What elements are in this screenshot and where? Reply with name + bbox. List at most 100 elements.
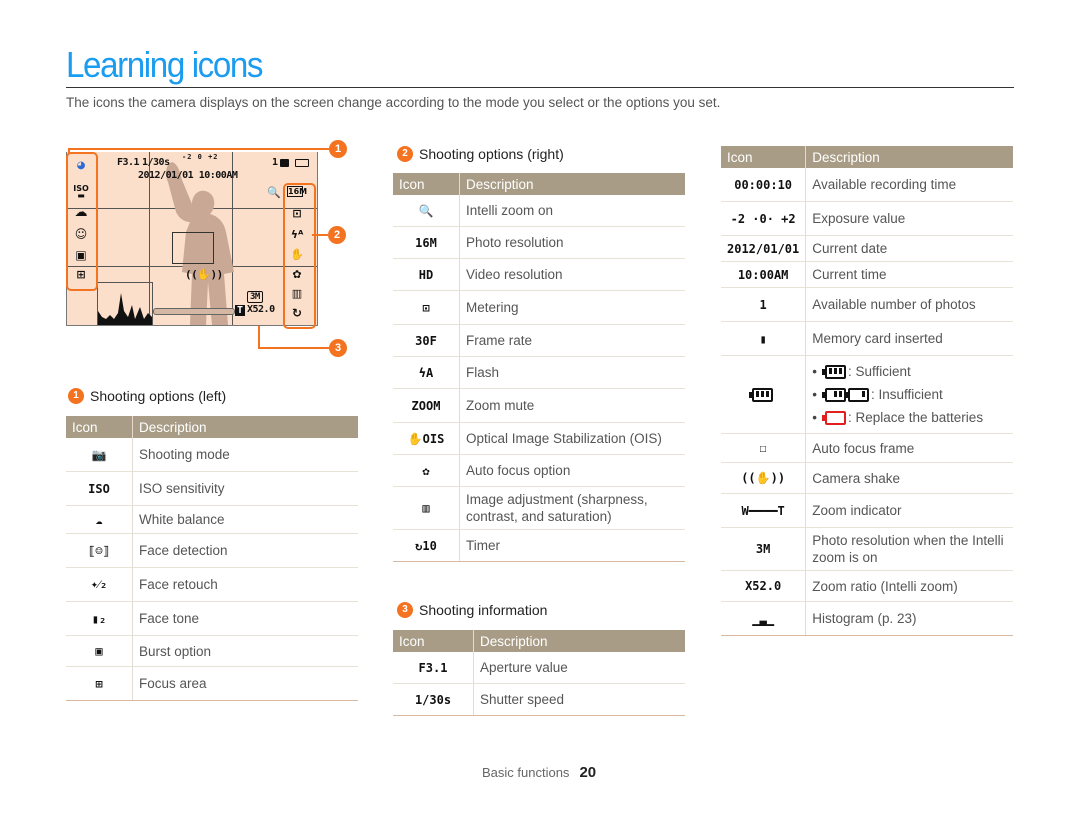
shooting-info-table-continued: Icon Description 00:00:10 Available recor…: [721, 146, 1013, 636]
shutter-speed-icon: 1/30s: [414, 692, 452, 707]
shutter-readout: 1/30s: [142, 157, 170, 168]
row-description: Shooting mode: [139, 447, 230, 462]
column-header-description: Description: [132, 416, 358, 438]
cloud-icon: ☁: [74, 205, 88, 220]
aperture-readout: F3.1: [117, 157, 140, 168]
zoom-indicator-icon: W━━━━T: [741, 503, 785, 518]
table-row: ☐ Auto focus frame: [721, 433, 1013, 463]
section-heading-info: 3 Shooting information: [397, 602, 547, 618]
battery-status-label: : Sufficient: [847, 364, 911, 379]
column-header-description: Description: [459, 173, 685, 195]
callout-badge-2: 2: [328, 226, 346, 244]
metering-icon: ⊡: [292, 207, 302, 220]
section-number: 3: [397, 602, 413, 618]
iso-icon: ISO: [88, 481, 110, 496]
photo-resolution-icon: 16M: [287, 186, 308, 197]
page-footer: Basic functions 20: [482, 764, 596, 781]
row-description: Shutter speed: [480, 692, 565, 707]
exposure-value-icon: -2 ·0· +2: [730, 211, 796, 226]
section-title: Shooting options (right): [419, 146, 564, 162]
table-row: ☁ White balance: [66, 505, 358, 534]
callout-line-1: [68, 148, 330, 150]
recording-time-icon: 00:00:10: [734, 177, 793, 192]
battery-status-label: : Insufficient: [870, 387, 943, 402]
memory-card-icon: ▮: [759, 331, 767, 346]
battery-insufficient-icon: [821, 388, 846, 403]
table-row: : Sufficient : Insufficient : Replace the …: [721, 355, 1013, 434]
battery-status-list: : Sufficient : Insufficient : Replace the …: [812, 360, 1007, 429]
exposure-scale: -2 0 +2: [182, 153, 219, 161]
ois-icon: ✋: [290, 248, 304, 261]
burst-icon: ▣: [95, 644, 103, 658]
table-row: ✋OIS Optical Image Stabilization (OIS): [393, 422, 685, 455]
battery-replace-icon: [821, 411, 846, 426]
table-row: ⊞ Focus area: [66, 666, 358, 701]
timer-icon: ↻10: [415, 538, 437, 553]
section-number: 1: [68, 388, 84, 404]
photos-count-icon: 1: [759, 297, 767, 312]
battery-status-label: : Replace the batteries: [847, 410, 984, 425]
battery-sufficient-icon: [821, 365, 846, 380]
row-description: Photo resolution: [466, 235, 564, 250]
intelli-resolution: 3M: [247, 291, 263, 303]
row-description: Face detection: [139, 543, 228, 558]
row-description: Aperture value: [480, 660, 568, 675]
table-row: 🔍 Intelli zoom on: [393, 195, 685, 227]
camera-shake-icon: ((✋)): [741, 471, 786, 485]
burst-icon: ▣: [75, 248, 87, 262]
callout-line-3: [258, 326, 260, 348]
battery-status-replace: : Replace the batteries: [812, 406, 1007, 429]
table-row: 3M Photo resolution when the Intelli zoom…: [721, 527, 1013, 571]
table-row: ZOOM Zoom mute: [393, 388, 685, 423]
memory-card-icon: [280, 159, 289, 167]
section-title: Shooting options (left): [90, 388, 227, 404]
table-row: ▥ Image adjustment (sharpness, contrast, …: [393, 486, 685, 530]
table-row: ▮₂ Face tone: [66, 601, 358, 636]
battery-status-sufficient: : Sufficient: [812, 360, 1007, 383]
table-row: HD Video resolution: [393, 258, 685, 291]
row-description: Image adjustment (sharpness, contrast, a…: [466, 492, 648, 524]
face-detection-icon: ☺: [74, 227, 88, 241]
battery-status-insufficient: : Insufficient: [812, 383, 1007, 406]
section-heading-right: 2 Shooting options (right): [397, 146, 564, 162]
page-number: 20: [579, 764, 597, 781]
table-row: ⟦☺⟧ Face detection: [66, 533, 358, 568]
date-time-readout: 2012/01/01 10:00AM: [138, 170, 238, 181]
row-description: Zoom indicator: [812, 503, 902, 518]
table-row: 1 Available number of photos: [721, 287, 1013, 322]
table-row: W━━━━T Zoom indicator: [721, 493, 1013, 528]
flash-icon: ϟA: [418, 365, 434, 380]
intro-text: The icons the camera displays on the scr…: [66, 95, 721, 110]
table-row: 10:00AM Current time: [721, 261, 1013, 288]
row-description: Optical Image Stabilization (OIS): [466, 431, 662, 446]
row-description: Current time: [812, 267, 887, 282]
callout-line-2: [312, 234, 328, 236]
photos-count: 1: [272, 157, 278, 168]
current-date-icon: 2012/01/01: [727, 241, 800, 256]
intelli-zoom-icon: 🔍: [267, 186, 281, 199]
callout-line-3: [258, 347, 330, 349]
row-description: Photo resolution when the Intelli zoom i…: [812, 533, 1004, 565]
column-header-icon: Icon: [66, 416, 133, 438]
column-header-description: Description: [473, 630, 685, 652]
row-description: Available number of photos: [812, 297, 976, 312]
row-description: Zoom ratio (Intelli zoom): [812, 578, 958, 594]
cloud-icon: ☁: [95, 512, 103, 527]
column-header-icon: Icon: [393, 630, 474, 652]
histogram-icon: [98, 293, 152, 325]
image-adjust-icon: ▥: [422, 501, 430, 515]
af-frame-icon: ☐: [759, 441, 767, 455]
auto-focus-icon: ✿: [422, 463, 430, 478]
table-row: ✿ Auto focus option: [393, 454, 685, 487]
battery-low-icon: [844, 388, 869, 403]
intelli-resolution-icon: 3M: [755, 542, 771, 556]
image-adjust-icon: ▥: [291, 287, 303, 300]
row-description: Video resolution: [466, 267, 563, 282]
row-description: Available recording time: [812, 177, 957, 192]
table-row: ((✋)) Camera shake: [721, 462, 1013, 494]
tele-icon: T: [235, 305, 245, 316]
video-resolution-icon: HD: [418, 267, 434, 282]
left-options-table: Icon Description 📷 Shooting mode ISO ISO se…: [66, 416, 358, 701]
row-description: Exposure value: [812, 211, 906, 226]
row-description: Burst option: [139, 643, 212, 659]
